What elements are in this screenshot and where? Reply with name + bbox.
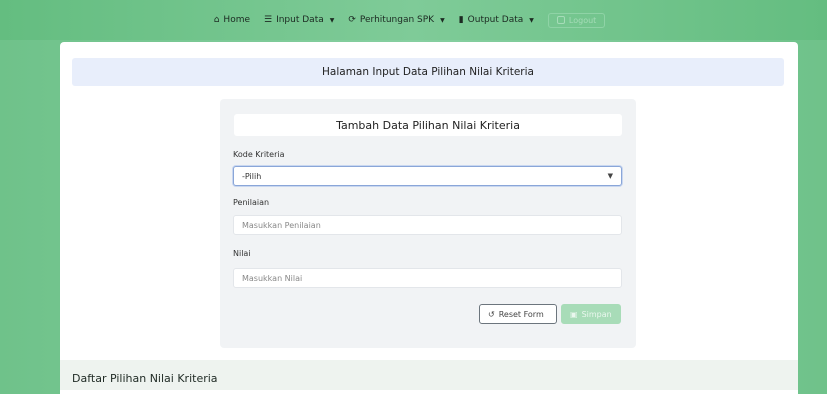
add-form-card: Tambah Data Pilihan Nilai Kriteria Kode … <box>220 99 636 348</box>
form-title: Tambah Data Pilihan Nilai Kriteria <box>234 114 622 136</box>
nav-perhitungan-spk-label: Perhitungan SPK <box>359 15 435 25</box>
caret-down-icon: ▼ <box>440 16 445 24</box>
main-card: Halaman Input Data Pilihan Nilai Kriteri… <box>60 42 798 394</box>
kode-kriteria-label: Kode Kriteria <box>233 150 285 159</box>
logout-icon <box>556 16 565 24</box>
kode-kriteria-selected: -Pilih <box>242 171 262 181</box>
nav-logout-button[interactable]: Logout <box>547 12 606 28</box>
chevron-down-icon: ▼ <box>607 172 613 180</box>
file-icon: ▮ <box>458 14 464 25</box>
reset-form-label: Reset Form <box>498 309 544 319</box>
penilaian-placeholder: Masukkan Penilaian <box>242 220 321 230</box>
page-title: Halaman Input Data Pilihan Nilai Kriteri… <box>72 58 784 86</box>
nav-input-data-label: Input Data <box>276 15 324 25</box>
nav-output-data-label: Output Data <box>467 15 524 25</box>
nilai-label: Nilai <box>233 249 251 258</box>
nav-home[interactable]: ⌂ Home <box>214 15 250 25</box>
nilai-input[interactable]: Masukkan Nilai <box>233 268 622 288</box>
caret-down-icon: ▼ <box>529 16 534 24</box>
nilai-placeholder: Masukkan Nilai <box>242 273 303 283</box>
kode-kriteria-select[interactable]: -Pilih ▼ <box>233 166 622 186</box>
nav-menu: ⌂ Home ☰ Input Data ▼ ⟳ Perhitungan SPK … <box>214 12 606 28</box>
nav-perhitungan-spk[interactable]: ⟳ Perhitungan SPK ▼ <box>348 15 444 25</box>
nav-home-label: Home <box>223 15 250 25</box>
reset-form-button[interactable]: ↺ Reset Form <box>479 304 557 324</box>
top-navbar: ⌂ Home ☰ Input Data ▼ ⟳ Perhitungan SPK … <box>0 0 827 40</box>
refresh-icon: ⟳ <box>348 14 356 25</box>
list-icon: ☰ <box>264 14 273 25</box>
save-label: Simpan <box>581 309 612 319</box>
list-title: Daftar Pilihan Nilai Kriteria <box>72 372 218 385</box>
penilaian-label: Penilaian <box>233 198 270 207</box>
undo-icon: ↺ <box>488 309 495 319</box>
penilaian-input[interactable]: Masukkan Penilaian <box>233 215 622 235</box>
save-icon: ▣ <box>570 309 578 319</box>
home-icon: ⌂ <box>213 14 220 25</box>
nav-output-data[interactable]: ▮ Output Data ▼ <box>459 15 534 25</box>
nav-input-data[interactable]: ☰ Input Data ▼ <box>264 15 334 25</box>
nav-logout-label: Logout <box>568 15 597 25</box>
save-button[interactable]: ▣ Simpan <box>561 304 621 324</box>
caret-down-icon: ▼ <box>329 16 335 24</box>
